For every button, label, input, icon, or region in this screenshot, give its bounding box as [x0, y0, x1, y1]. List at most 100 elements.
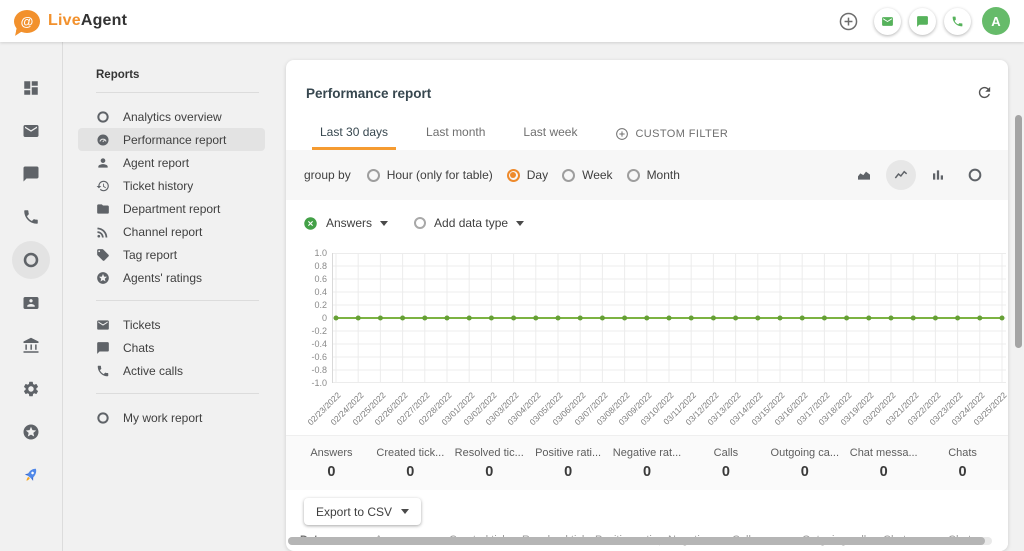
radio-day[interactable]: Day: [507, 168, 548, 182]
stat-outgoing-ca: Outgoing ca...0: [765, 447, 844, 480]
horizontal-scrollbar-thumb[interactable]: [288, 537, 985, 545]
rail-item-chats[interactable]: [12, 155, 50, 193]
reports-sidebar: Reports Analytics overviewPerformance re…: [64, 42, 285, 551]
sidebar-item-label: Analytics overview: [123, 110, 222, 124]
group-by-label: group by: [304, 168, 351, 182]
stat-label: Answers: [292, 447, 371, 459]
nav-rail: [0, 42, 63, 551]
history-icon: [96, 179, 110, 193]
rail-item-customers[interactable]: [12, 284, 50, 322]
radio-circle-icon: [627, 169, 640, 182]
stat-calls: Calls0: [686, 447, 765, 480]
sidebar-item-performance-report[interactable]: Performance report: [78, 128, 265, 151]
group-by-options: Hour (only for table) Day Week Month: [353, 168, 680, 182]
tab-label: Last 30 days: [320, 125, 388, 139]
date-range-tabs: Last 30 days Last month Last week CUSTOM FI…: [286, 120, 1008, 150]
new-chat-button[interactable]: [909, 8, 936, 35]
y-tick-label: 1.0: [314, 249, 327, 258]
plus-circle-icon: [838, 11, 859, 32]
rocket-icon: [22, 466, 40, 484]
sidebar-item-active-calls[interactable]: Active calls: [78, 359, 265, 382]
ring-icon: [96, 411, 110, 425]
radio-month[interactable]: Month: [627, 168, 680, 182]
rail-item-tickets[interactable]: [12, 112, 50, 150]
folder-icon: [96, 202, 110, 216]
line-chart-button[interactable]: [886, 160, 916, 190]
radio-week[interactable]: Week: [562, 168, 612, 182]
refresh-button[interactable]: [974, 82, 994, 102]
topbar-actions: A: [836, 7, 1010, 35]
chat-icon: [916, 15, 929, 28]
new-ticket-button[interactable]: [874, 8, 901, 35]
sidebar-item-label: Tag report: [123, 248, 177, 262]
add-data-type-button[interactable]: Add data type: [414, 216, 524, 230]
refresh-icon: [976, 84, 993, 101]
rail-item-reports[interactable]: [12, 241, 50, 279]
sidebar-item-channel-report[interactable]: Channel report: [78, 220, 265, 243]
rail-item-calls[interactable]: [12, 198, 50, 236]
tab-label: CUSTOM FILTER: [635, 128, 728, 140]
tab-last-month[interactable]: Last month: [426, 125, 485, 150]
rail-item-getting-started[interactable]: [12, 456, 50, 494]
y-tick-label: -0.2: [311, 327, 327, 336]
stat-value: 0: [371, 464, 450, 480]
export-row: Export to CSV: [286, 490, 1008, 525]
scrollbar-corner: [993, 536, 1008, 551]
bar-chart-button[interactable]: [923, 160, 953, 190]
caret-down-icon: [380, 221, 388, 230]
donut-chart-button[interactable]: [960, 160, 990, 190]
series-chip-answers[interactable]: Answers: [303, 216, 388, 231]
caret-down-icon: [401, 509, 409, 518]
logo-text-agent: Agent: [81, 12, 127, 29]
radio-label: Month: [647, 168, 680, 182]
add-button[interactable]: [836, 9, 860, 33]
empty-circle-icon: [414, 217, 426, 229]
stat-answers: Answers0: [292, 447, 371, 480]
tab-last-30-days[interactable]: Last 30 days: [320, 125, 388, 150]
sidebar-item-chats[interactable]: Chats: [78, 336, 265, 359]
sidebar-item-label: My work report: [123, 411, 202, 425]
sidebar-item-department-report[interactable]: Department report: [78, 197, 265, 220]
user-avatar-button[interactable]: A: [982, 7, 1010, 35]
tag-icon: [96, 248, 110, 262]
rail-item-achievements[interactable]: [12, 413, 50, 451]
horizontal-scrollbar[interactable]: [288, 537, 992, 545]
tab-last-week[interactable]: Last week: [523, 125, 577, 150]
tab-custom-filter[interactable]: CUSTOM FILTER: [615, 127, 728, 150]
rail-item-settings[interactable]: [12, 370, 50, 408]
y-tick-label: -0.6: [311, 353, 327, 362]
phone-icon: [951, 15, 964, 28]
stat-value: 0: [923, 464, 1002, 480]
y-tick-label: -0.4: [311, 340, 327, 349]
sidebar-item-tag-report[interactable]: Tag report: [78, 243, 265, 266]
chart-plot-area: [332, 253, 1006, 383]
sidebar-item-ticket-history[interactable]: Ticket history: [78, 174, 265, 197]
rail-item-dashboard[interactable]: [12, 69, 50, 107]
sidebar-item-label: Agents' ratings: [123, 271, 202, 285]
chat-icon: [96, 341, 110, 355]
sidebar-item-tickets[interactable]: Tickets: [78, 313, 265, 336]
sidebar-groups: Analytics overview Performance report Agen…: [64, 105, 285, 429]
vertical-scrollbar-thumb[interactable]: [1015, 115, 1022, 348]
export-csv-button[interactable]: Export to CSV: [304, 498, 421, 525]
stat-value: 0: [608, 464, 687, 480]
radio-hour-only-for-table[interactable]: Hour (only for table): [367, 168, 493, 182]
area-chart-icon: [856, 167, 872, 183]
donut-icon: [967, 167, 983, 183]
sidebar-item-agent-report[interactable]: Agent report: [78, 151, 265, 174]
sidebar-item-agents-ratings[interactable]: Agents' ratings: [78, 266, 265, 289]
y-tick-label: -0.8: [311, 366, 327, 375]
stat-label: Positive rati...: [529, 447, 608, 459]
chart-y-axis: 1.00.80.60.40.20-0.2-0.4-0.6-0.8-1.0: [302, 253, 332, 383]
rail-item-billing[interactable]: [12, 327, 50, 365]
stat-value: 0: [765, 464, 844, 480]
sidebar-item-analytics-overview[interactable]: Analytics overview: [78, 105, 265, 128]
sidebar-item-label: Agent report: [123, 156, 189, 170]
stat-label: Created tick...: [371, 447, 450, 459]
sidebar-item-my-work-report[interactable]: My work report: [78, 406, 265, 429]
area-chart-button[interactable]: [849, 160, 879, 190]
plus-circle-icon: [615, 127, 629, 141]
chart-plot-column: 02/23/202202/24/202202/25/202202/26/2022…: [332, 253, 1006, 435]
remove-series-icon[interactable]: [303, 216, 318, 231]
new-call-button[interactable]: [944, 8, 971, 35]
